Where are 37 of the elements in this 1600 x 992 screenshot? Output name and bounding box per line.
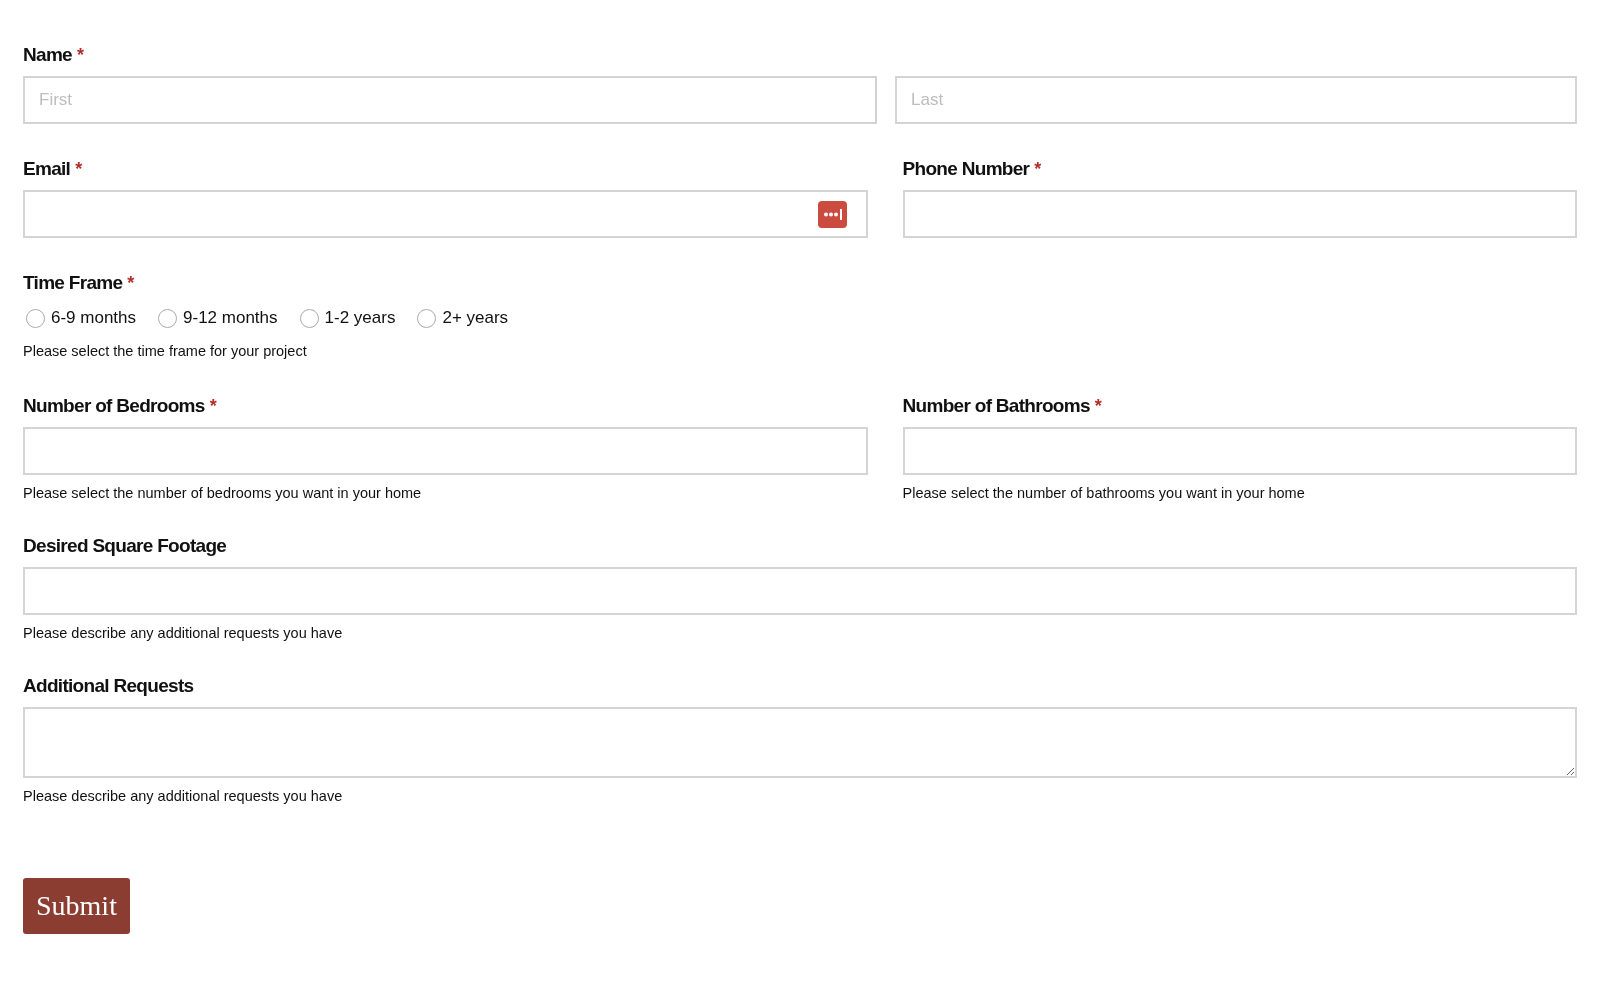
radio-option[interactable]: 9-12 months (158, 308, 278, 328)
text-field[interactable] (23, 567, 1577, 615)
required-asterisk: * (75, 159, 83, 180)
help-text: Please describe any additional requests you have (23, 625, 344, 641)
text-field[interactable] (23, 190, 868, 238)
radio-icon[interactable] (417, 308, 437, 328)
field-label: Email (23, 158, 71, 180)
help-text: Please select the number of bedrooms you want in your home (23, 485, 423, 501)
text-field[interactable] (902, 190, 1577, 238)
text-area[interactable] (23, 707, 1577, 778)
radio-option[interactable]: 2+ years (417, 308, 509, 328)
field-label: Number of Bathrooms (902, 395, 1090, 417)
required-asterisk: * (127, 273, 135, 294)
text-field[interactable] (902, 427, 1577, 475)
required-asterisk: * (209, 396, 217, 417)
help-text: Please select the number of bathrooms you want in your home (902, 485, 1306, 501)
password-manager-icon[interactable] (817, 201, 847, 228)
submit-button[interactable]: Submit (23, 878, 130, 934)
field-label: Number of Bedrooms (23, 395, 205, 417)
required-asterisk: * (1094, 396, 1102, 417)
text-field[interactable]: Last (895, 76, 1577, 124)
radio-option[interactable]: 6-9 months (26, 308, 137, 328)
radio-icon[interactable] (299, 308, 319, 328)
radio-option[interactable]: 1-2 years (299, 308, 396, 328)
radio-icon[interactable] (158, 308, 178, 328)
text-field[interactable]: First (23, 76, 877, 124)
help-text: Please describe any additional requests you have (23, 788, 344, 804)
field-label: Name (23, 44, 72, 66)
field-label: Time Frame (23, 272, 123, 294)
help-text: Please select the time frame for your project (23, 343, 308, 359)
text-field[interactable] (23, 427, 868, 475)
field-label: Phone Number (902, 158, 1030, 180)
radio-icon[interactable] (26, 308, 45, 328)
required-asterisk: * (76, 45, 84, 66)
field-label: Additional Requests (23, 675, 194, 697)
field-label: Desired Square Footage (23, 535, 227, 557)
required-asterisk: * (1034, 159, 1042, 180)
